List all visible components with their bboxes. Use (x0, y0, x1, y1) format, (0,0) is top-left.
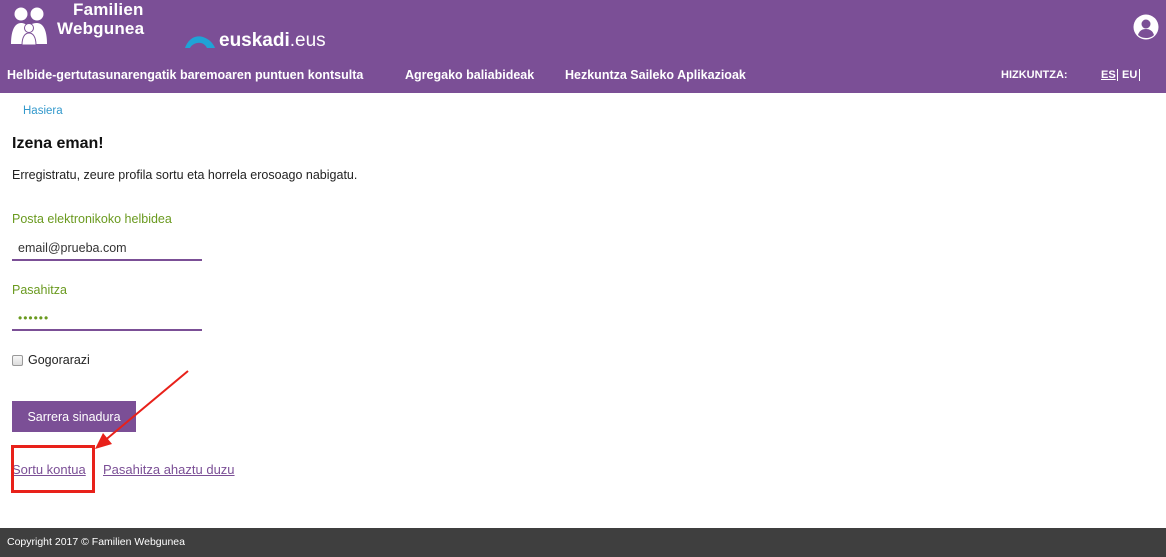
top-header-bar: Familien Webgunea euskadi.eus Helbide-ge… (0, 0, 1166, 93)
breadcrumb-home[interactable]: Hasiera (23, 105, 63, 117)
language-eu-link[interactable]: EU (1122, 65, 1137, 85)
remember-me[interactable]: Gogorarazi (12, 353, 90, 367)
email-field[interactable] (12, 237, 202, 261)
login-submit-button[interactable]: Sarrera sinadura (12, 401, 136, 432)
main-nav: Helbide-gertutasunarengatik baremoaren p… (0, 65, 1166, 85)
euskadi-text: euskadi.eus (219, 31, 326, 51)
remember-label: Gogorarazi (28, 353, 90, 367)
euskadi-bold-text: euskadi (219, 30, 290, 51)
copyright-text: Copyright 2017 © Familien Webgunea (7, 536, 185, 548)
password-label: Pasahitza (12, 283, 67, 297)
page-title: Izena eman! (12, 135, 104, 152)
nav-item-hezkuntza-aplikazioak[interactable]: Hezkuntza Saileko Aplikazioak (565, 65, 746, 85)
remember-checkbox[interactable] (12, 354, 23, 366)
brand-name: Familien Webgunea (57, 0, 144, 37)
language-label: HIZKUNTZA: (1001, 69, 1068, 81)
family-icon (11, 7, 47, 46)
euskadi-mark-icon (185, 36, 215, 48)
email-label: Posta elektronikoko helbidea (12, 212, 172, 226)
annotation-highlight-box (11, 445, 95, 493)
brand-line1: Familien (73, 0, 144, 19)
brand-line2: Webgunea (57, 19, 145, 38)
forgot-password-link[interactable]: Pasahitza ahaztu duzu (103, 462, 235, 477)
password-field[interactable] (12, 307, 202, 331)
language-separator-end (1139, 69, 1140, 81)
intro-text: Erregistratu, zeure profila sortu eta ho… (12, 168, 358, 182)
euskadi-logo[interactable]: euskadi.eus (183, 30, 326, 52)
language-separator (1117, 69, 1118, 81)
footer: Copyright 2017 © Familien Webgunea (0, 528, 1166, 557)
nav-item-agregako-baliabideak[interactable]: Agregako baliabideak (405, 65, 534, 85)
user-circle-icon[interactable] (1133, 14, 1159, 40)
nav-item-baremo-consulta[interactable]: Helbide-gertutasunarengatik baremoaren p… (7, 65, 363, 85)
language-es-link[interactable]: ES (1101, 65, 1116, 85)
euskadi-domain-text: .eus (289, 30, 326, 51)
